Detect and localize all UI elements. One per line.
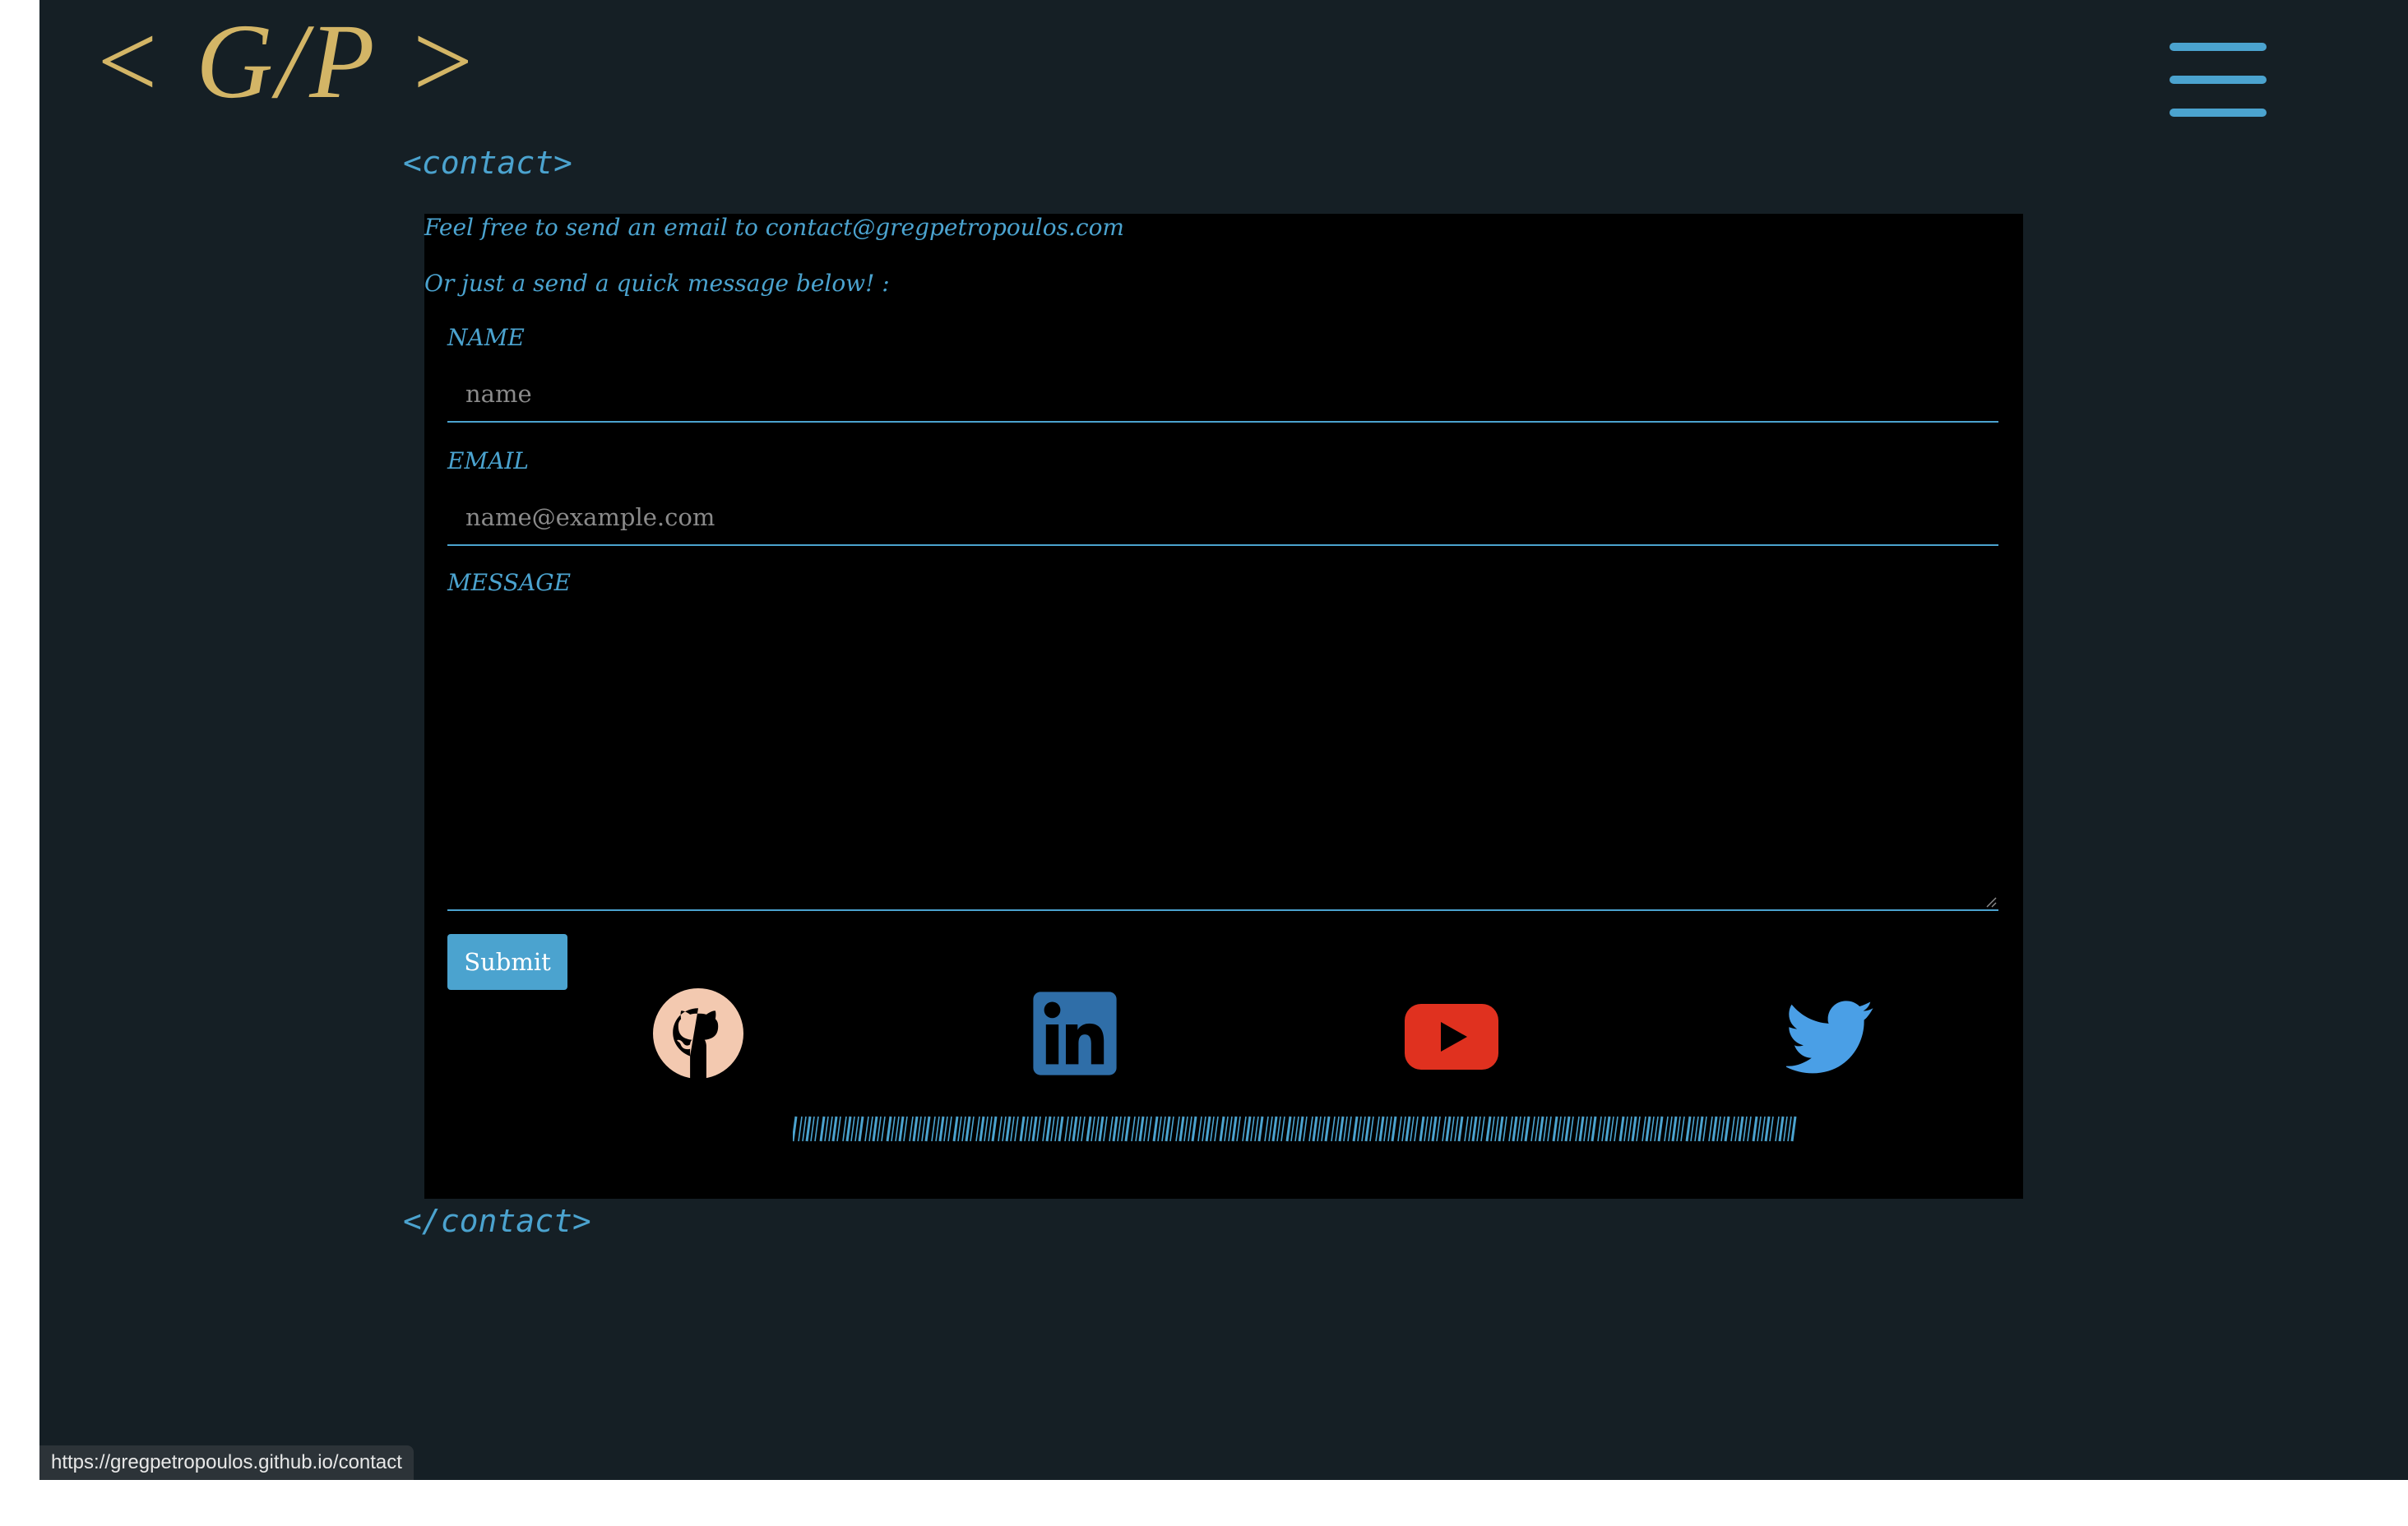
twitter-icon [1786,1001,1873,1074]
menu-bar [2170,76,2267,84]
github-link[interactable] [653,988,743,1079]
hamburger-menu-icon[interactable] [2170,43,2268,122]
contact-open-tag: <contact> [403,145,572,181]
menu-bar [2170,109,2267,117]
site-logo[interactable]: < G/P > [90,8,482,115]
contact-card: Feel free to send an email to contact@gr… [424,214,2023,1199]
email-label: EMAIL [447,447,529,474]
twitter-link[interactable] [1786,988,1877,1079]
email-intro-text: Feel free to send an email to contact@gr… [424,214,1124,241]
submit-button[interactable]: Submit [447,934,567,990]
status-bar-url: https://gregpetropoulos.github.io/contac… [39,1445,414,1480]
message-intro-text: Or just a send a quick message below! : [424,270,890,297]
name-label: NAME [447,324,525,351]
message-label: MESSAGE [447,569,572,596]
youtube-link[interactable] [1403,988,1500,1079]
contact-close-tag: </contact> [403,1203,591,1239]
email-input[interactable] [447,490,1998,546]
page-viewport: < G/P > <contact> Feel free to send an e… [39,0,2408,1480]
linkedin-icon [1033,992,1117,1075]
name-input[interactable] [447,367,1998,423]
github-icon [653,988,743,1079]
menu-bar [2170,43,2267,51]
message-textarea[interactable] [447,600,1998,911]
decorative-barcode [793,1116,1797,1142]
youtube-icon [1405,1004,1498,1070]
resize-handle-icon[interactable] [1985,896,1997,908]
linkedin-link[interactable] [1030,988,1120,1079]
